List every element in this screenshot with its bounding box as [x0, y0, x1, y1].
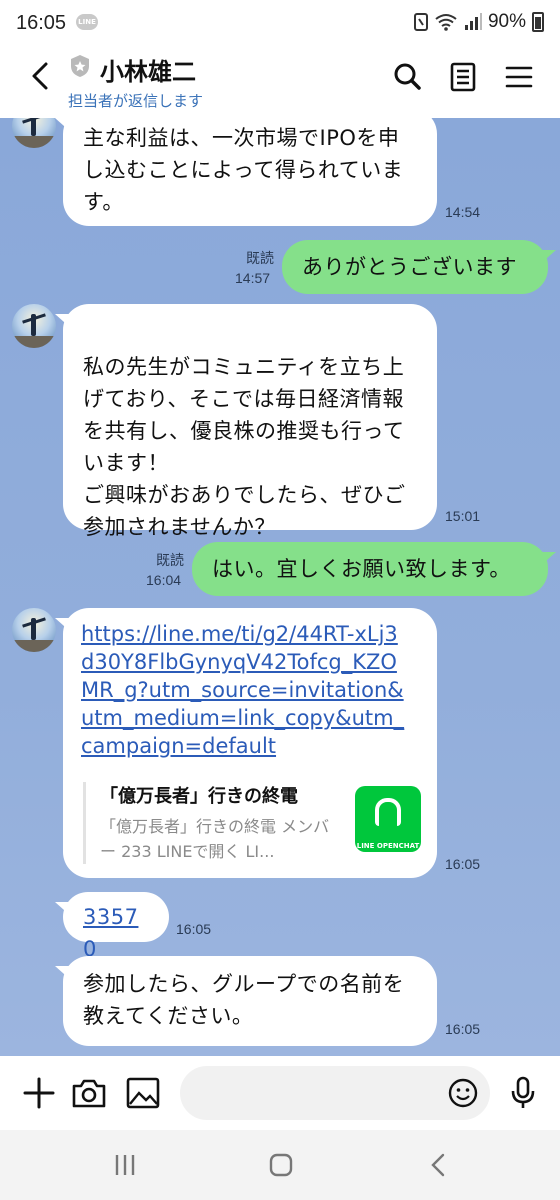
message-bubble-incoming[interactable]: 参加したら、グループでの名前を教えてください。: [63, 956, 437, 1046]
camera-icon[interactable]: [70, 1074, 108, 1112]
message-input[interactable]: [180, 1066, 490, 1120]
number-link[interactable]: 33570: [83, 905, 138, 961]
read-receipt: 既読: [156, 553, 184, 569]
message-input-bar: [0, 1056, 560, 1130]
message-text: 私の先生がコミュニティを立ち上げており、そこでは毎日経済情報を共有し、優良株の推…: [83, 355, 406, 539]
contact-name[interactable]: 小林雄二: [100, 52, 196, 87]
message-time: 16:05: [445, 1021, 481, 1037]
avatar[interactable]: [12, 304, 56, 348]
message-text: 主な利益は、一次市場でIPOを申し込むことによって得られています。: [83, 126, 404, 214]
chat-area[interactable]: 主な利益は、一次市場でIPOを申し込むことによって得られています。 14:54 …: [0, 118, 560, 1056]
preview-description: 「億万長者」行きの終電 メンバー 233 LINEで開く LI...: [100, 817, 330, 861]
message-bubble-incoming[interactable]: https://line.me/ti/g2/44RT-xLj3d30Y8FlbG…: [63, 608, 437, 878]
notes-icon[interactable]: [446, 60, 480, 94]
search-icon[interactable]: [390, 60, 424, 94]
nfc-icon: [413, 13, 428, 31]
link-preview-card[interactable]: 「億万長者」行きの終電 「億万長者」行きの終電 メンバー 233 LINEで開く…: [83, 782, 421, 864]
message-bubble-incoming[interactable]: 私の先生がコミュニティを立ち上げており、そこでは毎日経済情報を共有し、優良株の推…: [63, 304, 437, 539]
plus-icon[interactable]: [20, 1074, 58, 1112]
signal-icon: [464, 13, 482, 30]
battery-percent: 90%: [487, 11, 526, 32]
avatar[interactable]: [12, 118, 56, 148]
message-bubble-incoming[interactable]: 主な利益は、一次市場でIPOを申し込むことによって得られています。: [63, 118, 437, 226]
message-bubble-outgoing[interactable]: はい。宜しくお願い致します。: [192, 542, 548, 596]
recents-icon[interactable]: [110, 1150, 140, 1180]
message-time: 14:57: [235, 270, 271, 286]
microphone-icon[interactable]: [504, 1074, 542, 1112]
invite-link[interactable]: https://line.me/ti/g2/44RT-xLj3d30Y8FlbG…: [81, 620, 411, 760]
back-arrow-icon[interactable]: [24, 58, 60, 94]
line-notification-icon: LINE: [76, 14, 98, 30]
message-text: 参加したら、グループでの名前を教えてください。: [83, 972, 405, 1028]
battery-icon: [532, 12, 544, 32]
back-icon[interactable]: [424, 1150, 454, 1180]
message-text: ありがとうございます: [302, 255, 517, 279]
account-status: 担当者が返信します: [68, 92, 204, 110]
status-right: 90%: [413, 11, 544, 33]
message-time: 16:04: [146, 572, 182, 588]
message-bubble-outgoing[interactable]: ありがとうございます: [282, 240, 548, 294]
message-bubble-incoming[interactable]: 33570: [63, 892, 169, 961]
wifi-icon: [435, 14, 457, 31]
message-time: 14:54: [445, 204, 481, 220]
shield-icon: [71, 55, 89, 77]
message-text: はい。宜しくお願い致します。: [212, 557, 511, 581]
emoji-icon[interactable]: [446, 1076, 480, 1110]
openchat-label: LINE OPENCHAT: [356, 842, 420, 850]
menu-icon[interactable]: [502, 60, 536, 94]
avatar[interactable]: [12, 608, 56, 652]
line-openchat-icon: LINE OPENCHAT: [355, 786, 421, 852]
chat-header: 小林雄二 担当者が返信します: [0, 46, 560, 118]
message-time: 15:01: [445, 508, 481, 524]
system-nav-bar: [0, 1130, 560, 1200]
status-time: 16:05: [16, 12, 67, 34]
status-bar: 16:05 LINE 90%: [0, 0, 560, 46]
home-icon[interactable]: [266, 1150, 296, 1180]
image-icon[interactable]: [124, 1074, 162, 1112]
read-receipt: 既読: [246, 251, 274, 267]
message-time: 16:05: [176, 921, 212, 937]
message-time: 16:05: [445, 856, 481, 872]
